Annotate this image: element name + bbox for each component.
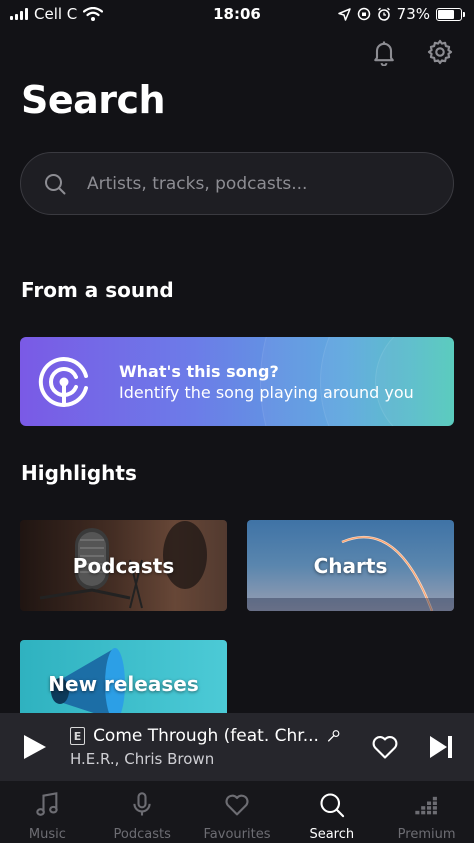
search-placeholder: Artists, tracks, podcasts...	[87, 173, 308, 194]
heart-icon	[225, 794, 249, 816]
music-note-icon	[36, 792, 59, 816]
alarm-icon	[377, 7, 390, 21]
top-icons	[370, 38, 454, 66]
tab-premium[interactable]: Premium	[379, 781, 474, 843]
track-info[interactable]: E Come Through (feat. Chr... H.E.R., Chr…	[70, 726, 340, 768]
battery-percentage: 73%	[396, 5, 430, 23]
tab-favourites[interactable]: Favourites	[190, 781, 285, 843]
equalizer-icon	[414, 796, 437, 815]
rotation-lock-icon	[357, 7, 370, 21]
settings-gear-icon[interactable]	[426, 38, 454, 66]
section-title-from-a-sound: From a sound	[21, 278, 174, 302]
highlight-label: Charts	[313, 553, 388, 578]
sound-recognition-icon	[38, 356, 88, 407]
section-title-highlights: Highlights	[21, 461, 137, 485]
highlight-tile-new-releases[interactable]: New releases	[20, 640, 227, 720]
microphone-icon	[133, 792, 151, 816]
highlight-label: Podcasts	[72, 553, 175, 578]
track-title: Come Through (feat. Chr...	[93, 726, 319, 746]
tab-search[interactable]: Search	[284, 781, 379, 843]
highlight-tile-charts[interactable]: Charts	[247, 520, 454, 611]
location-arrow-icon	[337, 7, 351, 21]
search-input[interactable]: Artists, tracks, podcasts...	[20, 152, 454, 215]
favourite-heart-icon[interactable]	[371, 733, 399, 761]
tab-label: Music	[28, 827, 66, 842]
track-artist: H.E.R., Chris Brown	[70, 750, 215, 768]
now-playing-bar[interactable]: E Come Through (feat. Chr... H.E.R., Chr…	[0, 713, 474, 781]
microphone-lyrics-icon	[327, 730, 340, 742]
identify-card-subtitle: Identify the song playing around you	[119, 382, 414, 402]
notification-bell-icon[interactable]	[370, 38, 398, 66]
tab-label: Favourites	[203, 827, 271, 842]
play-icon[interactable]	[22, 733, 48, 761]
identify-card-title: What's this song?	[119, 361, 279, 381]
highlight-tile-podcasts[interactable]: Podcasts	[20, 520, 227, 611]
highlight-label: New releases	[48, 672, 199, 696]
status-time: 18:06	[213, 5, 261, 23]
status-left: Cell C	[10, 5, 104, 23]
tab-music[interactable]: Music	[0, 781, 95, 843]
carrier-name: Cell C	[34, 5, 78, 23]
wifi-icon	[83, 7, 104, 21]
tab-podcasts[interactable]: Podcasts	[95, 781, 190, 843]
identify-card-text: What's this song? Identify the song play…	[119, 362, 414, 402]
battery-icon	[436, 7, 465, 21]
signal-strength-icon	[10, 8, 28, 20]
skip-next-icon[interactable]	[428, 734, 454, 760]
status-bar: Cell C 18:06 73%	[0, 0, 474, 28]
track-line: E Come Through (feat. Chr...	[70, 726, 340, 746]
tab-label: Search	[309, 827, 355, 842]
search-icon	[45, 173, 66, 194]
explicit-badge: E	[70, 727, 86, 745]
battery-fill	[438, 9, 455, 19]
search-icon	[320, 793, 344, 818]
tab-label: Podcasts	[113, 827, 171, 842]
identify-song-card[interactable]: What's this song? Identify the song play…	[20, 337, 454, 426]
page-title: Search	[21, 78, 166, 122]
status-right: 73%	[337, 5, 465, 23]
bottom-tab-bar: Music Podcasts Favourites Search Premium	[0, 781, 474, 843]
tab-label: Premium	[397, 827, 456, 842]
